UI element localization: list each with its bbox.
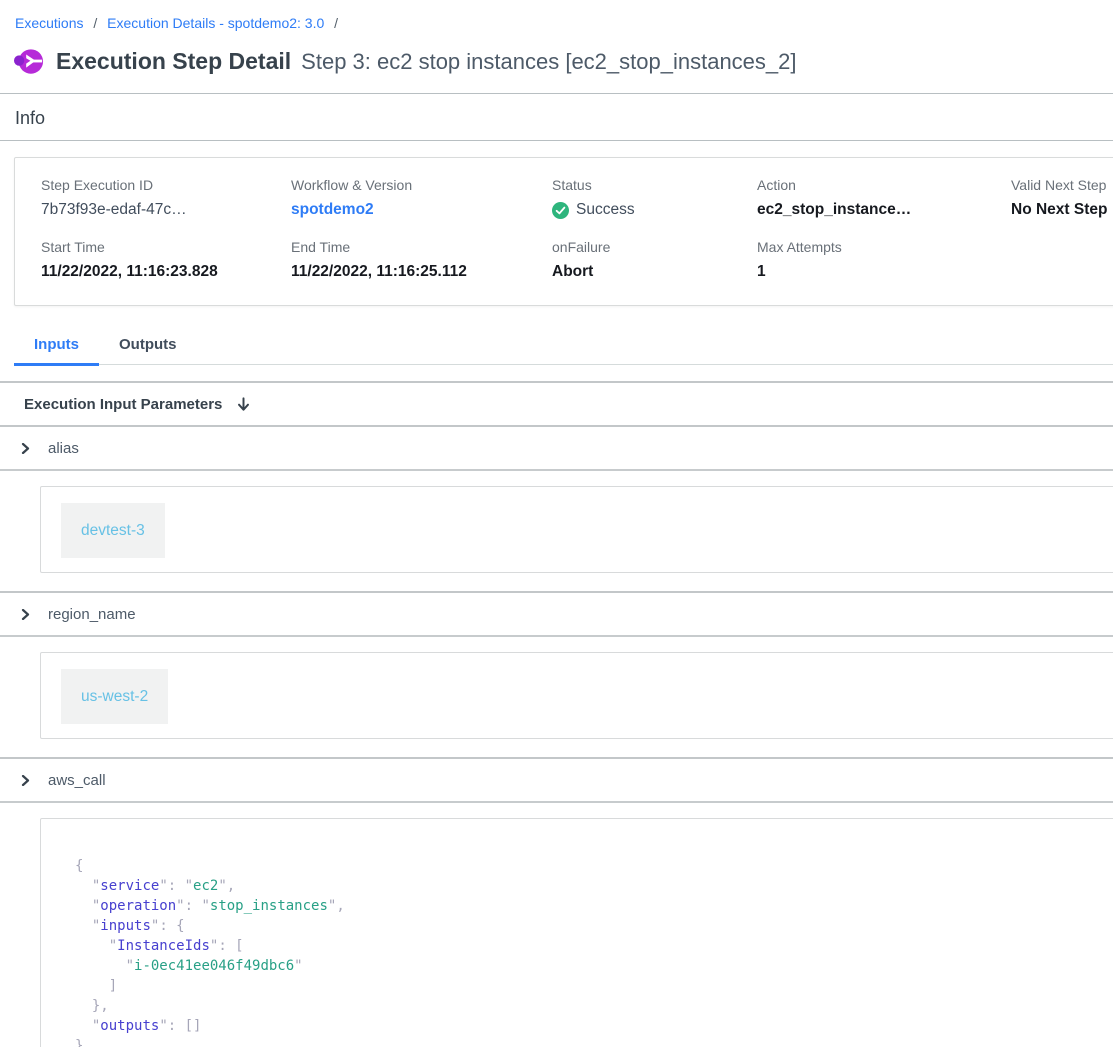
- breadcrumb-link-execution-details[interactable]: Execution Details - spotdemo2: 3.0: [107, 15, 324, 31]
- field-label: End Time: [291, 239, 552, 255]
- execution-input-parameters-header: Execution Input Parameters: [0, 383, 1113, 427]
- chevron-right-icon: [20, 775, 31, 786]
- page-header: Execution Step Detail Step 3: ec2 stop i…: [14, 48, 1113, 75]
- field-label: Step Execution ID: [41, 177, 291, 193]
- field-action: Action ec2_stop_instance…: [757, 177, 1011, 219]
- code-line: "InstanceIds": [: [75, 936, 1100, 956]
- param-value-chip: us-west-2: [61, 669, 168, 724]
- field-label: Status: [552, 177, 757, 193]
- param-value-box-alias: devtest-3: [40, 486, 1113, 573]
- info-divider: [0, 140, 1113, 141]
- code-line: "inputs": {: [75, 916, 1100, 936]
- status-badge: Success: [552, 201, 757, 219]
- field-value: 11/22/2022, 11:16:25.112: [291, 263, 552, 281]
- page-title: Execution Step Detail: [56, 48, 291, 75]
- info-card: Step Execution ID 7b73f93e-edaf-47c… Wor…: [14, 157, 1113, 306]
- field-label: Max Attempts: [757, 239, 1011, 255]
- code-line: "i-0ec41ee046f49dbc6": [75, 956, 1100, 976]
- param-name: alias: [48, 440, 79, 457]
- tab-inputs[interactable]: Inputs: [14, 330, 99, 364]
- field-label: Action: [757, 177, 1011, 193]
- chevron-right-icon: [20, 609, 31, 620]
- field-on-failure: onFailure Abort: [552, 239, 757, 281]
- field-value: 1: [757, 263, 1011, 281]
- field-label: Workflow & Version: [291, 177, 552, 193]
- param-name: region_name: [48, 606, 136, 623]
- param-value-box-aws-call: { "service": "ec2", "operation": "stop_i…: [40, 818, 1113, 1047]
- status-text: Success: [576, 201, 635, 219]
- breadcrumb-separator: /: [93, 15, 97, 31]
- section-title: Execution Input Parameters: [24, 396, 222, 413]
- tab-outputs[interactable]: Outputs: [99, 330, 197, 364]
- field-value: ec2_stop_instance…: [757, 201, 1011, 219]
- field-end-time: End Time 11/22/2022, 11:16:25.112: [291, 239, 552, 281]
- title-divider: [0, 93, 1113, 94]
- workflow-link[interactable]: spotdemo2: [291, 201, 374, 218]
- code-line: "operation": "stop_instances",: [75, 896, 1100, 916]
- field-label: Start Time: [41, 239, 291, 255]
- field-status: Status Success: [552, 177, 757, 219]
- param-name: aws_call: [48, 772, 106, 789]
- breadcrumb-link-executions[interactable]: Executions: [15, 15, 83, 31]
- info-grid: Step Execution ID 7b73f93e-edaf-47c… Wor…: [41, 177, 1113, 281]
- arrow-down-icon[interactable]: [236, 397, 251, 412]
- field-start-time: Start Time 11/22/2022, 11:16:23.828: [41, 239, 291, 281]
- breadcrumb: Executions / Execution Details - spotdem…: [15, 15, 1113, 31]
- success-check-icon: [552, 202, 569, 219]
- field-max-attempts: Max Attempts 1: [757, 239, 1011, 281]
- page-subtitle: Step 3: ec2 stop instances [ec2_stop_ins…: [301, 49, 796, 75]
- param-value-chip: devtest-3: [61, 503, 165, 558]
- field-workflow-version: Workflow & Version spotdemo2: [291, 177, 552, 219]
- field-value: Abort: [552, 263, 757, 281]
- field-label: Valid Next Step: [1011, 177, 1113, 193]
- param-expander-region-name[interactable]: region_name: [0, 593, 1113, 637]
- flow-logo-icon: [14, 48, 44, 75]
- chevron-right-icon: [20, 443, 31, 454]
- code-line: ]: [75, 976, 1100, 996]
- field-label: onFailure: [552, 239, 757, 255]
- field-valid-next-step: Valid Next Step No Next Step: [1011, 177, 1113, 219]
- field-value: 7b73f93e-edaf-47c…: [41, 201, 291, 219]
- info-heading: Info: [15, 108, 1113, 129]
- field-step-execution-id: Step Execution ID 7b73f93e-edaf-47c…: [41, 177, 291, 219]
- param-expander-alias[interactable]: alias: [0, 427, 1113, 471]
- code-line: },: [75, 996, 1100, 1016]
- tab-bar: Inputs Outputs: [14, 330, 1113, 365]
- field-value: No Next Step: [1011, 201, 1113, 219]
- param-expander-aws-call[interactable]: aws_call: [0, 759, 1113, 803]
- code-line: "service": "ec2",: [75, 876, 1100, 896]
- breadcrumb-separator: /: [334, 15, 338, 31]
- code-line: "outputs": []: [75, 1016, 1100, 1036]
- field-value: 11/22/2022, 11:16:23.828: [41, 263, 291, 281]
- json-code-viewer: { "service": "ec2", "operation": "stop_i…: [75, 856, 1100, 1047]
- code-line: {: [75, 856, 1100, 876]
- code-line: }: [75, 1036, 1100, 1047]
- param-value-box-region-name: us-west-2: [40, 652, 1113, 739]
